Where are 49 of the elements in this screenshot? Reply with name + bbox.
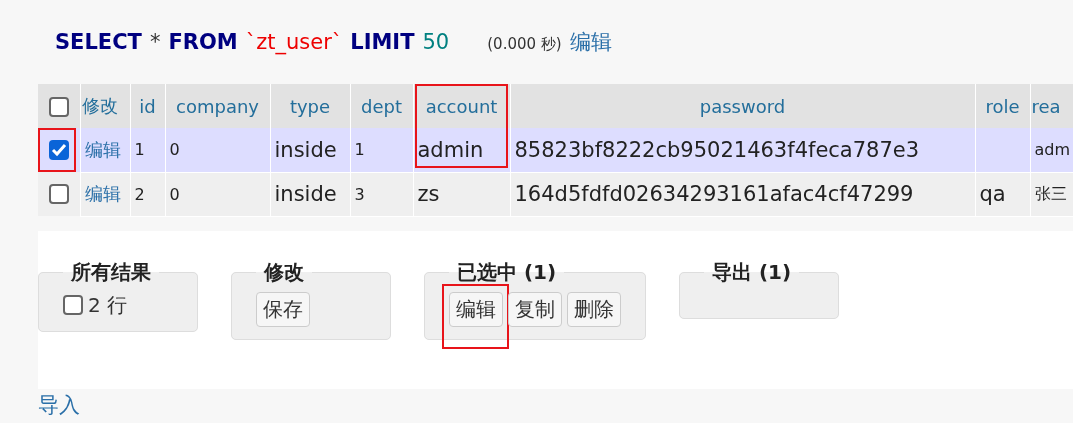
table-cell: inside [270,128,350,172]
checkbox[interactable] [48,140,69,161]
panel-legend: 已选中 (1) [449,258,565,286]
sql-keyword: SELECT [55,30,142,54]
column-header[interactable]: role [975,84,1030,128]
action-button[interactable]: 编辑 [449,291,503,327]
table-cell: qa [975,172,1030,216]
column-header: 修改 [80,84,130,128]
panel-legend: 所有结果 [63,258,159,286]
column-header[interactable]: company [165,84,270,128]
table-cell: 2 [130,172,165,216]
checkbox[interactable] [48,97,69,117]
table-cell [975,128,1030,172]
column-header[interactable]: id [130,84,165,128]
table-cell: 164d5fdfd02634293161afac4cf47299 [510,172,975,216]
edit-link[interactable]: 编辑 [84,183,121,204]
table-cell: 1 [350,128,413,172]
action-button[interactable]: 复制 [508,291,562,327]
action-button[interactable]: 保存 [256,291,310,327]
column-header[interactable]: dept [350,84,413,128]
sql-keyword: LIMIT [350,30,415,54]
table-cell: zs [413,172,510,216]
panel-legend: 修改 [256,258,312,286]
edit-query-link[interactable]: 编辑 [569,28,612,56]
sql-operator: * [149,30,161,54]
table-cell: 0 [165,172,270,216]
sql-table-name: `zt_user` [245,30,343,54]
column-header[interactable]: account [413,84,510,128]
edit-link[interactable]: 编辑 [84,138,121,160]
table-cell: 1 [130,128,165,172]
table-cell: inside [270,172,350,216]
sql-number: 50 [422,30,450,54]
column-header[interactable]: rea [1030,84,1073,128]
panel-legend: 导出 (1) [704,258,800,286]
table-cell: admin [413,128,510,172]
query-time: (0.000 秒) [487,35,562,54]
action-button[interactable]: 删除 [567,291,621,327]
sql-keyword: FROM [168,30,238,54]
checkbox[interactable] [48,184,69,205]
table-cell: 张三 [1030,172,1073,216]
table-cell: 3 [350,172,413,216]
column-header[interactable]: password [510,84,975,128]
checkbox[interactable] [63,295,83,315]
row-count-label: 2 行 [88,291,128,319]
import-link[interactable]: 导入 [38,390,80,419]
table-cell: 0 [165,128,270,172]
column-header[interactable]: type [270,84,350,128]
table-cell: 85823bf8222cb95021463f4feca787e3 [510,128,975,172]
table-cell: adm [1030,128,1073,172]
